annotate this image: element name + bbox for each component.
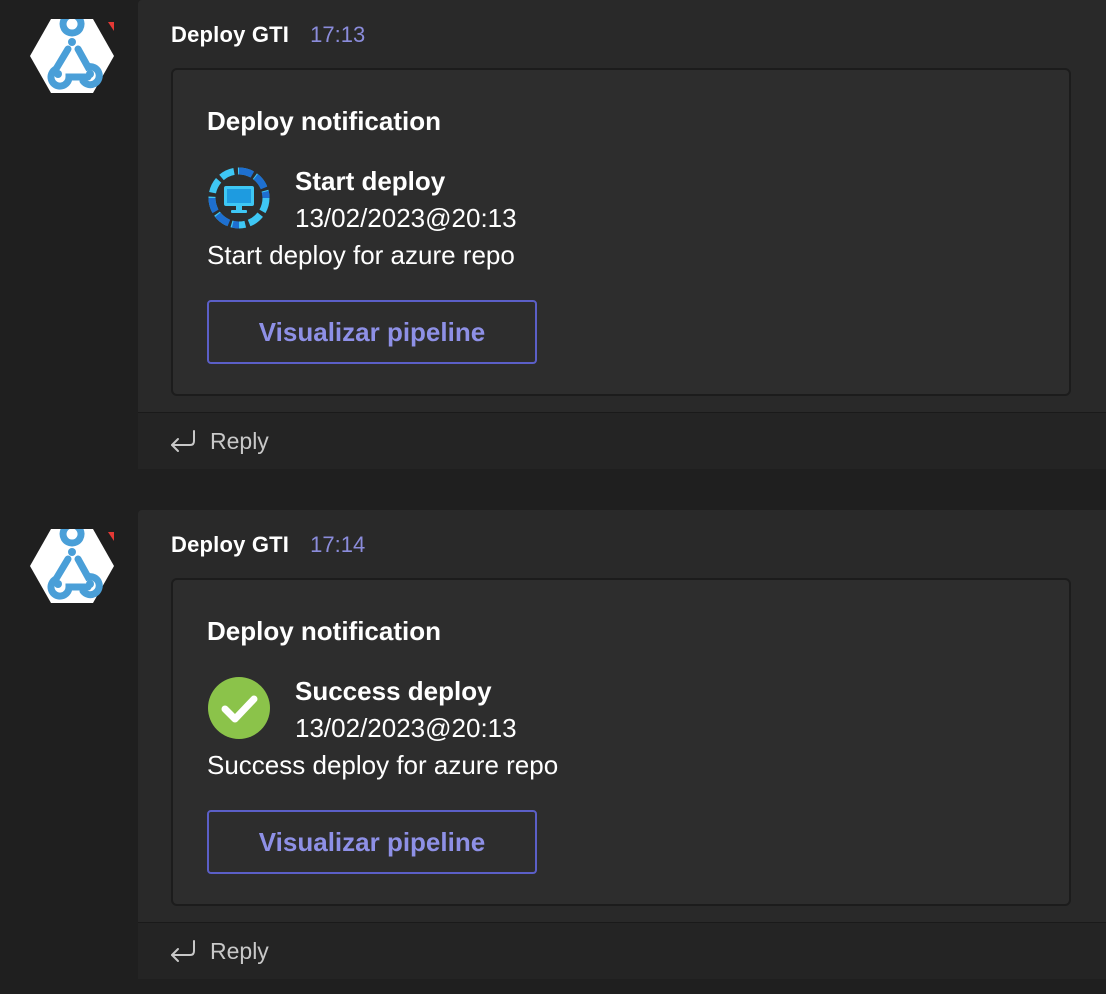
- reply-button[interactable]: Reply: [138, 922, 1106, 979]
- message-header: Deploy GTI 17:13: [171, 22, 365, 48]
- message-thread: Deploy GTI 17:13 Deploy notification Sta…: [138, 0, 1106, 469]
- sender-name[interactable]: Deploy GTI: [171, 532, 289, 558]
- message-thread: Deploy GTI 17:14 Deploy notification Suc…: [138, 510, 1106, 979]
- status-title: Success deploy: [295, 676, 492, 706]
- card-title: Deploy notification: [207, 106, 441, 136]
- reply-label: Reply: [210, 427, 269, 454]
- sender-name[interactable]: Deploy GTI: [171, 22, 289, 48]
- reply-arrow-icon: [166, 427, 198, 455]
- status-date: 13/02/2023@20:13: [295, 203, 517, 233]
- reply-arrow-icon: [166, 937, 198, 965]
- message-timestamp[interactable]: 17:13: [310, 22, 365, 48]
- view-pipeline-button[interactable]: Visualizar pipeline: [207, 300, 537, 364]
- message-header: Deploy GTI 17:14: [171, 532, 365, 558]
- status-description: Start deploy for azure repo: [207, 240, 515, 270]
- adaptive-card: Deploy notification Success deploy 13/02…: [171, 578, 1071, 906]
- view-pipeline-button[interactable]: Visualizar pipeline: [207, 810, 537, 874]
- bot-avatar[interactable]: [30, 19, 114, 93]
- status-title: Start deploy: [295, 166, 446, 196]
- monitor-deploy-icon: [207, 166, 271, 230]
- card-title: Deploy notification: [207, 616, 441, 646]
- left-rail: [0, 0, 138, 994]
- adaptive-card: Deploy notification Start deploy 13/02/2…: [171, 68, 1071, 396]
- status-description: Success deploy for azure repo: [207, 750, 559, 780]
- message-timestamp[interactable]: 17:14: [310, 532, 365, 558]
- webhook-icon: [30, 19, 114, 93]
- reply-button[interactable]: Reply: [138, 412, 1106, 469]
- status-date: 13/02/2023@20:13: [295, 713, 517, 743]
- webhook-icon: [30, 529, 114, 603]
- success-check-icon: [207, 676, 271, 740]
- bot-avatar[interactable]: [30, 529, 114, 603]
- reply-label: Reply: [210, 937, 269, 964]
